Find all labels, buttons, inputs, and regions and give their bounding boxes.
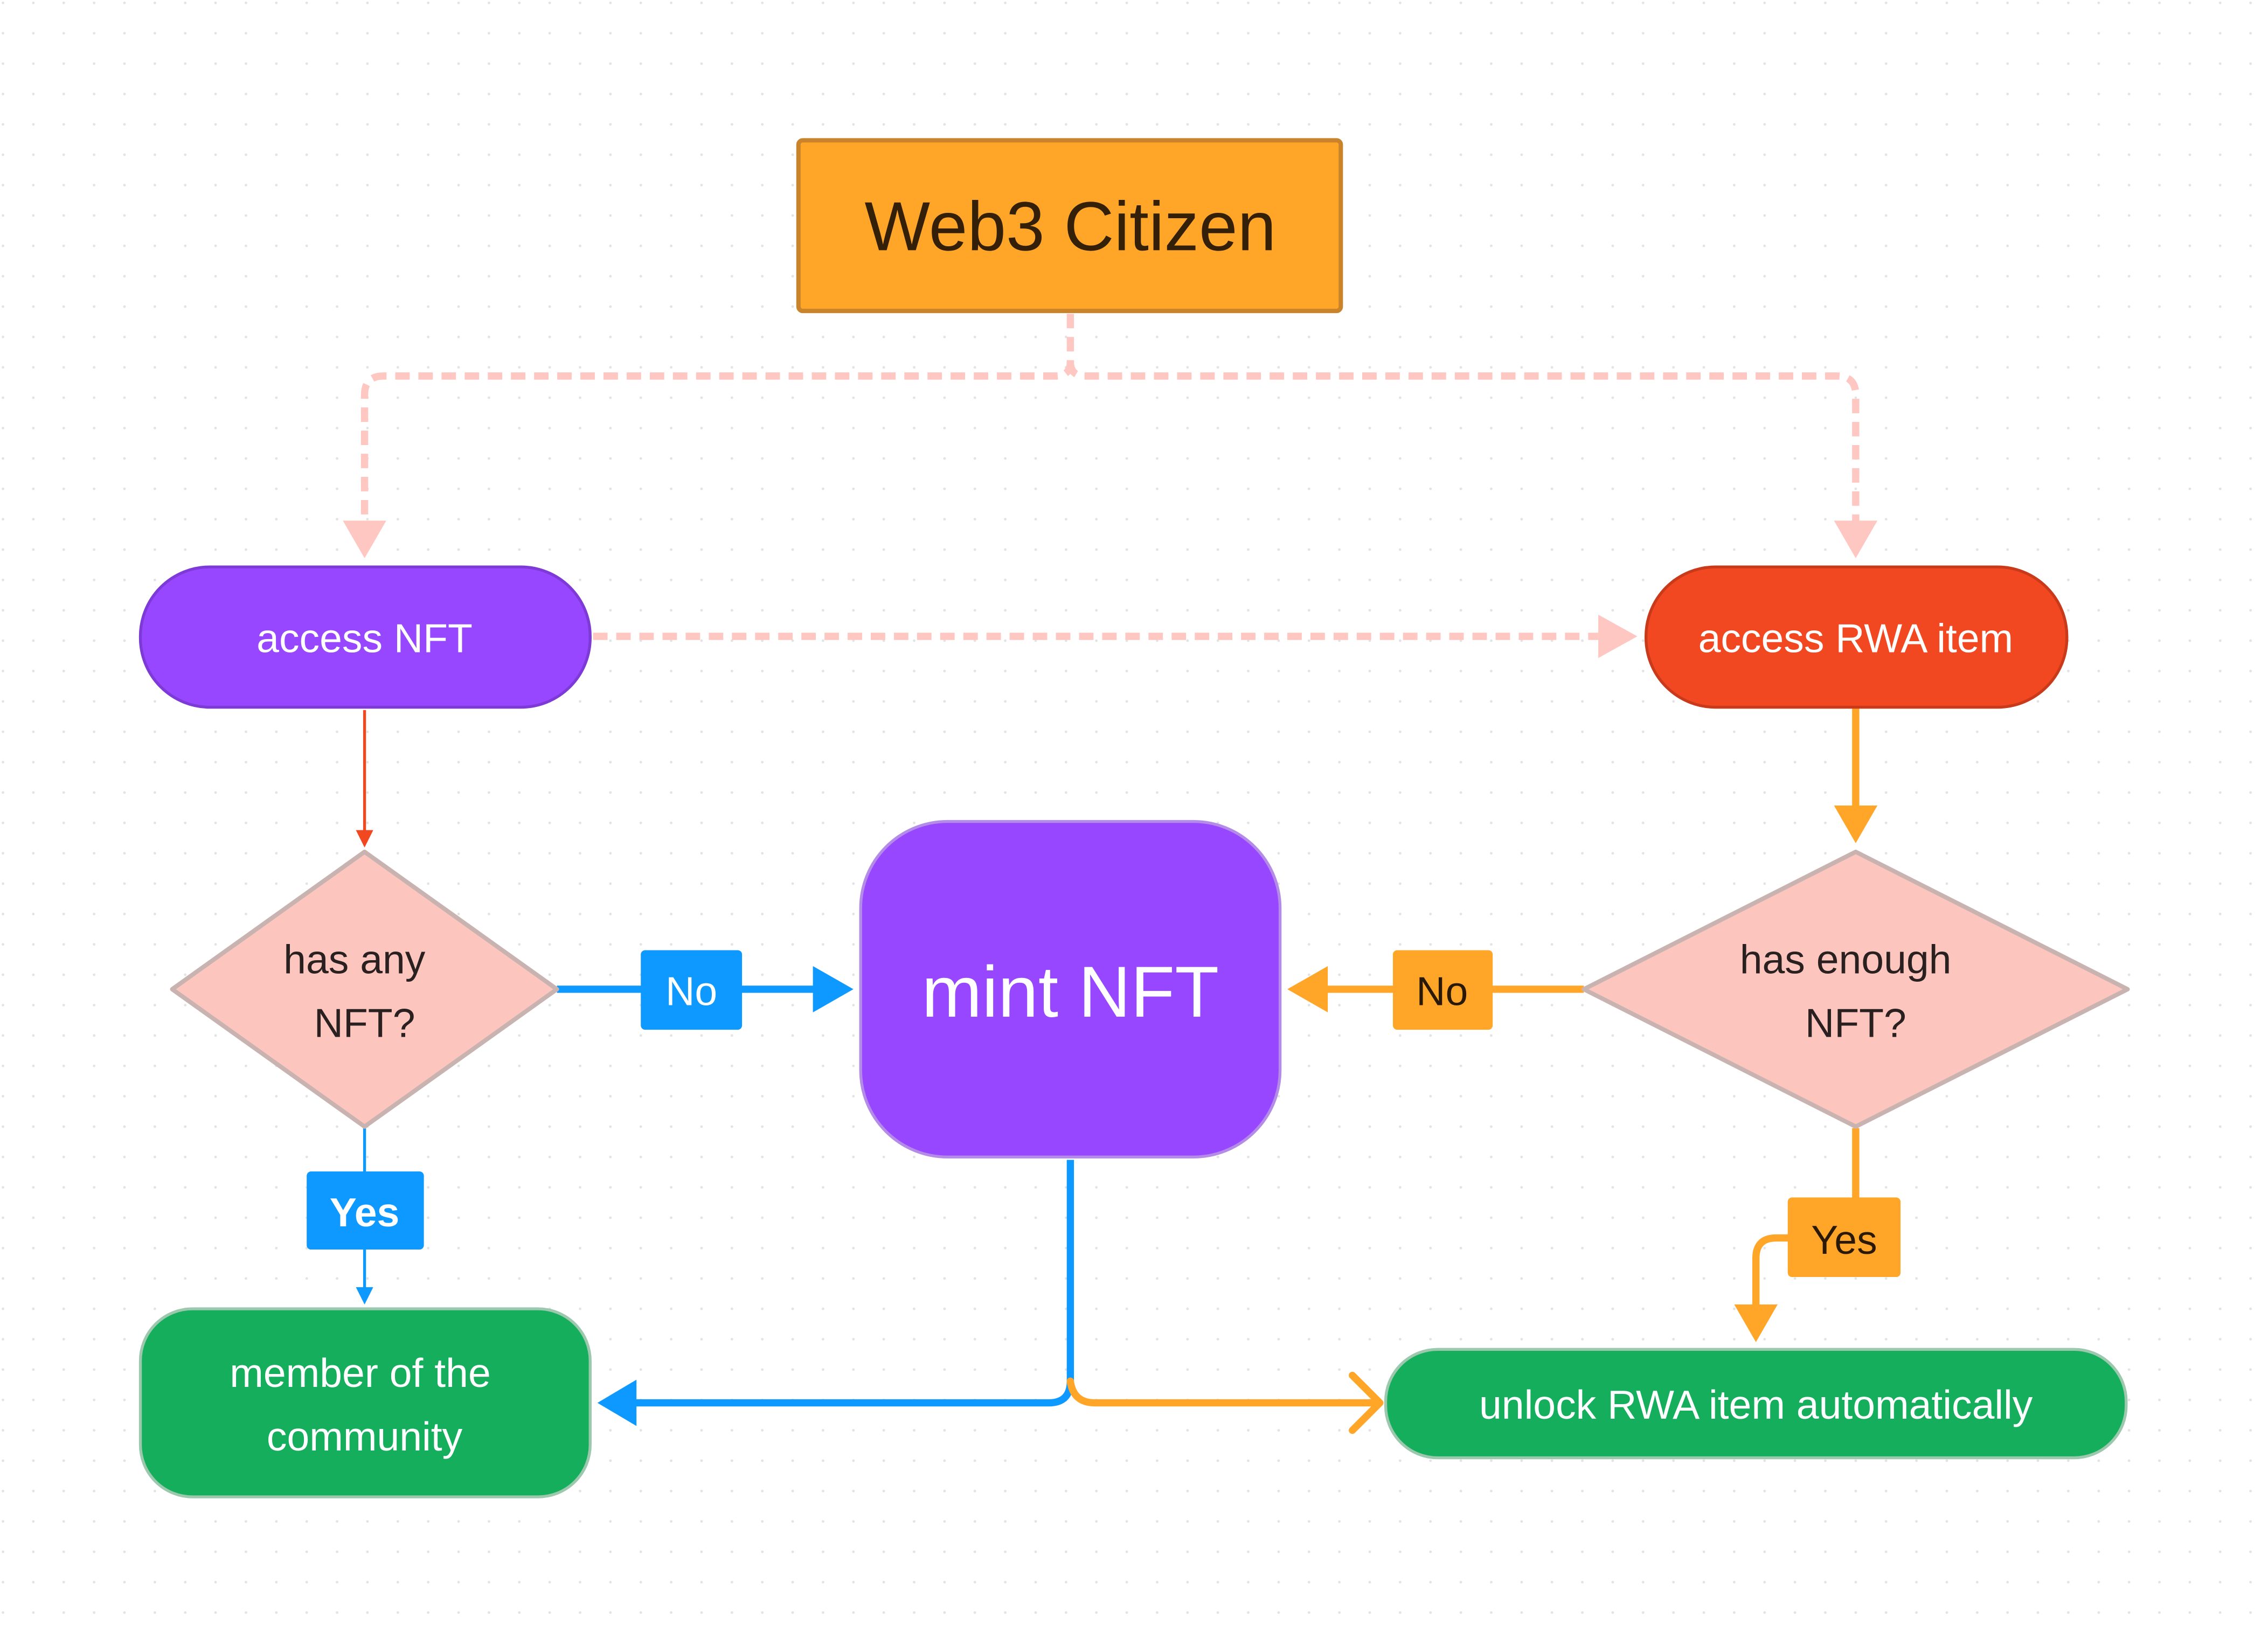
edge-label-right-no: No xyxy=(1392,950,1493,1030)
node-member-of-community[interactable]: member of the community xyxy=(138,1307,592,1498)
node-label-line1: member of the xyxy=(230,1350,490,1396)
svg-text:No: No xyxy=(1416,968,1468,1014)
edge-label-left-yes: Yes xyxy=(307,1171,424,1250)
edge-label-right-yes: Yes xyxy=(1787,1197,1901,1278)
node-label-line2: NFT? xyxy=(314,1000,415,1045)
node-label-line2: NFT? xyxy=(1805,1000,1906,1045)
node-access-nft[interactable]: access NFT xyxy=(138,565,592,709)
node-web3-citizen[interactable]: Web3 Citizen xyxy=(796,138,1343,314)
node-unlock-rwa-item[interactable]: unlock RWA item automatically xyxy=(1384,1348,2128,1460)
node-label-line1: has any xyxy=(283,936,426,982)
node-label: Web3 Citizen xyxy=(865,188,1277,265)
node-label: access NFT xyxy=(256,616,473,661)
svg-text:Yes: Yes xyxy=(1811,1217,1877,1262)
svg-text:No: No xyxy=(665,968,717,1014)
edge-label-left-no: No xyxy=(641,950,743,1030)
node-label-line2: community xyxy=(267,1414,463,1459)
node-label: mint NFT xyxy=(922,952,1219,1032)
node-label-line1: has enough xyxy=(1740,936,1952,982)
flowchart-canvas: Web3 Citizen access NFT access RWA item … xyxy=(0,0,2268,1638)
svg-text:Yes: Yes xyxy=(330,1190,400,1235)
node-access-rwa-item[interactable]: access RWA item xyxy=(1644,565,2069,709)
node-label: access RWA item xyxy=(1698,616,2014,661)
node-mint-nft[interactable]: mint NFT xyxy=(859,820,1282,1158)
node-label: unlock RWA item automatically xyxy=(1479,1382,2033,1427)
